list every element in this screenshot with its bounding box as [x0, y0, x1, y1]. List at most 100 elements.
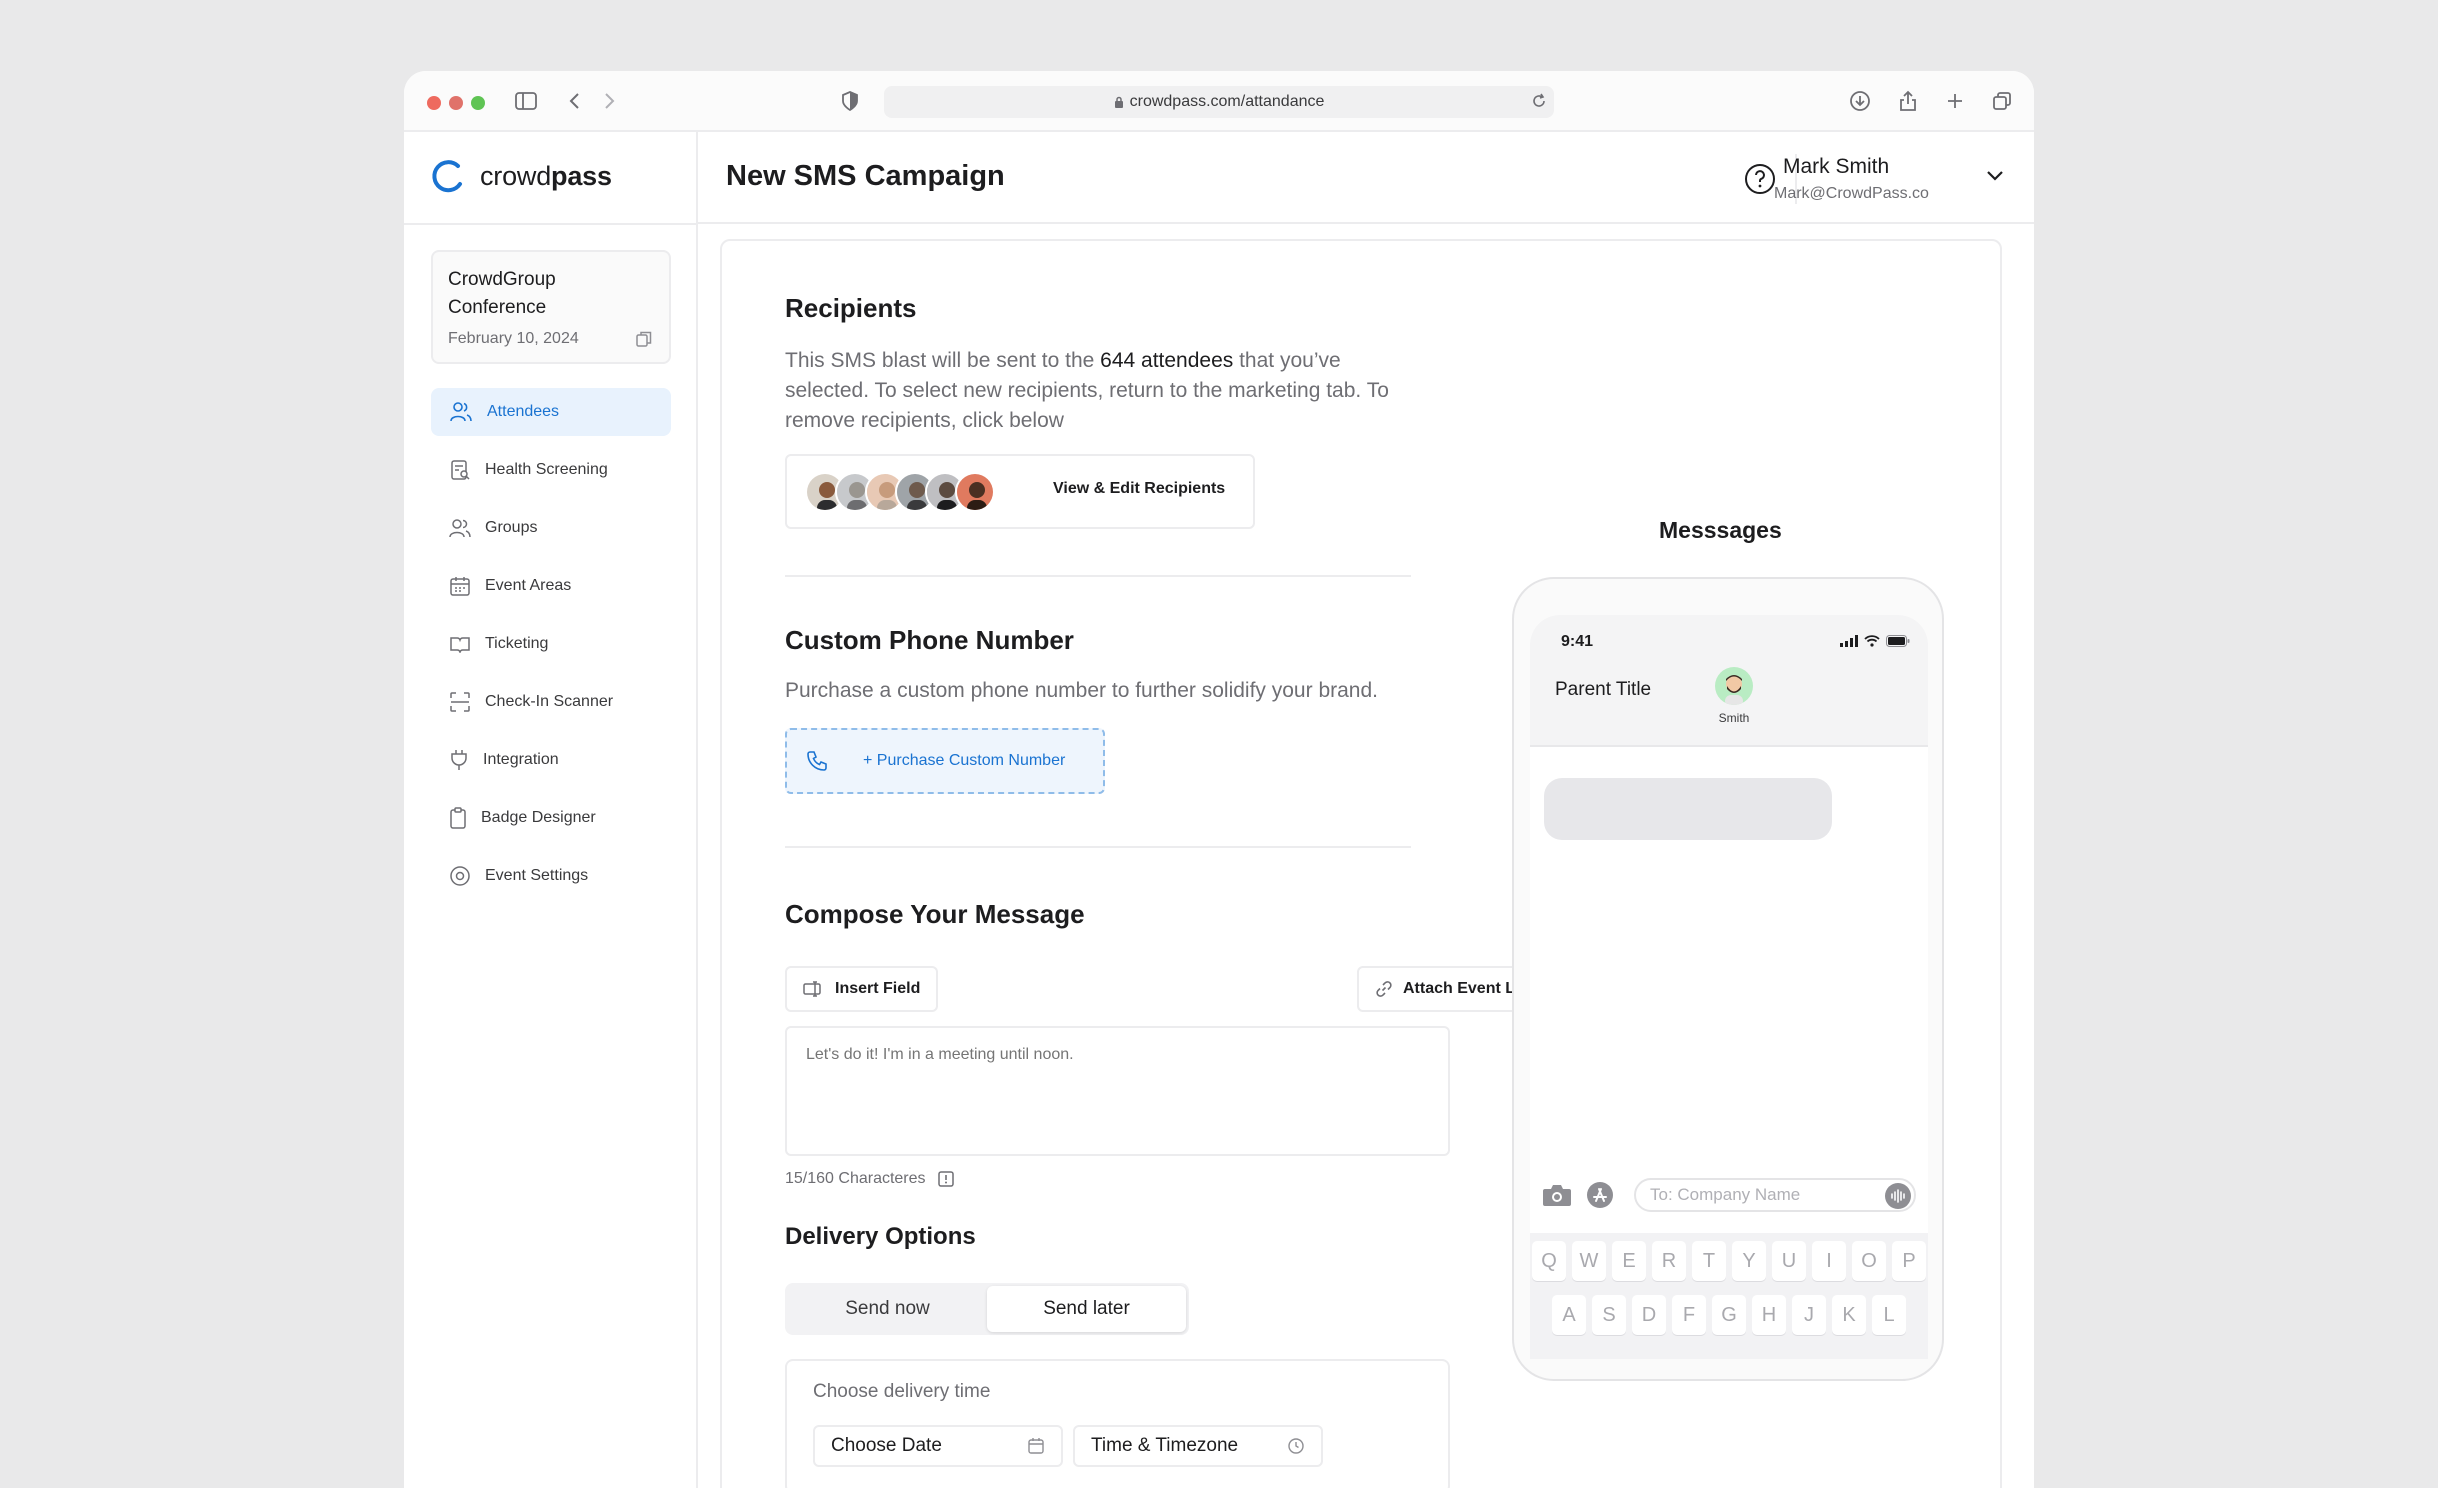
sidebar-item-badge-designer[interactable]: Badge Designer [431, 794, 671, 842]
chevron-down-icon[interactable] [1986, 170, 2004, 182]
browser-toolbar: crowdpass.com/attandance [404, 71, 2034, 132]
tab-overview-icon[interactable] [1988, 87, 2016, 115]
battery-icon [1886, 635, 1910, 647]
info-icon[interactable] [937, 1171, 954, 1187]
event-date: February 10, 2024 [448, 330, 579, 347]
delivery-time-panel: Choose delivery time Choose Date Time & … [785, 1359, 1450, 1488]
sidebar-item-label: Event Areas [485, 577, 572, 594]
keyboard-key[interactable]: O [1852, 1241, 1886, 1281]
keyboard-key[interactable]: S [1592, 1295, 1626, 1335]
sidebar-item-groups[interactable]: Groups [431, 504, 671, 552]
help-icon[interactable] [1744, 163, 1776, 195]
delivery-title: Delivery Options [785, 1223, 976, 1250]
keyboard-key[interactable]: I [1812, 1241, 1846, 1281]
back-icon[interactable] [560, 87, 588, 115]
sidebar-item-label: Attendees [487, 403, 560, 420]
clock-icon [1288, 1438, 1304, 1454]
purchase-custom-number-button[interactable]: + Purchase Custom Number [785, 728, 1105, 794]
event-selector[interactable]: CrowdGroup Conference February 10, 2024 [431, 250, 671, 364]
user-name[interactable]: Mark Smith [1783, 155, 1943, 179]
send-later-option[interactable]: Send later [987, 1286, 1186, 1332]
keyboard-key[interactable]: U [1772, 1241, 1806, 1281]
keyboard-key[interactable]: A [1552, 1295, 1586, 1335]
keyboard-key[interactable]: F [1672, 1295, 1706, 1335]
ticket-icon [450, 637, 470, 653]
phone-header: 9:41 Parent Title Smith [1530, 615, 1928, 747]
sidebar-item-ticketing[interactable]: Ticketing [431, 620, 671, 668]
keyboard-key[interactable]: L [1872, 1295, 1906, 1335]
keyboard-key[interactable]: D [1632, 1295, 1666, 1335]
sidebar-item-integration[interactable]: Integration [431, 736, 671, 784]
sidebar-item-label: Groups [485, 519, 538, 536]
view-edit-recipients-button[interactable]: View & Edit Recipients [1053, 480, 1225, 498]
keyboard-row-1: QWERTYUIOP [1530, 1241, 1928, 1281]
user-email: Mark@CrowdPass.co [1774, 185, 1929, 202]
contact[interactable]: Smith [1708, 667, 1760, 725]
crowdpass-logo[interactable]: crowdpass [430, 158, 612, 194]
keyboard-key[interactable]: W [1572, 1241, 1606, 1281]
event-title: CrowdGroup Conference [448, 269, 556, 318]
recipients-title: Recipients [785, 293, 917, 323]
keyboard-key[interactable]: Y [1732, 1241, 1766, 1281]
close-window-button[interactable] [427, 96, 441, 110]
sidebar-item-attendees[interactable]: Attendees [431, 388, 671, 436]
share-icon[interactable] [1894, 87, 1922, 115]
time-timezone-picker[interactable]: Time & Timezone [1073, 1425, 1323, 1467]
keyboard-key[interactable]: P [1892, 1241, 1926, 1281]
messages-preview-title: Messsages [1659, 517, 1782, 543]
settings-icon [450, 866, 470, 886]
address-bar[interactable]: crowdpass.com/attandance [884, 86, 1554, 118]
url-text: crowdpass.com/attandance [1129, 93, 1325, 110]
crowdpass-logo-icon [432, 160, 462, 193]
attendee-count: 644 attendees [1100, 349, 1234, 372]
group-icon [449, 519, 471, 538]
recipients-box[interactable]: View & Edit Recipients [785, 454, 1255, 529]
sidebar-toggle-icon[interactable] [512, 87, 540, 115]
sidebar-item-label: Event Settings [485, 867, 589, 884]
delivery-mode-toggle: Send now Send later [785, 1283, 1189, 1335]
minimize-window-button[interactable] [449, 96, 463, 110]
sidebar-item-label: Check-In Scanner [485, 693, 614, 710]
keyboard-key[interactable]: T [1692, 1241, 1726, 1281]
zoom-window-button[interactable] [471, 96, 485, 110]
custom-phone-description: Purchase a custom phone number to furthe… [785, 679, 1378, 702]
insert-field-button[interactable]: Insert Field [785, 966, 939, 1012]
message-input[interactable] [785, 1026, 1450, 1156]
users-icon [450, 402, 472, 422]
phone-message-input[interactable]: To: Company Name [1634, 1178, 1916, 1212]
delivery-time-label: Choose delivery time [813, 1381, 991, 1402]
keyboard-key[interactable]: E [1612, 1241, 1646, 1281]
purchase-label: + Purchase Custom Number [863, 752, 1066, 769]
keyboard-key[interactable]: K [1832, 1295, 1866, 1335]
copy-icon[interactable] [635, 330, 653, 348]
reload-icon[interactable] [1530, 92, 1548, 110]
send-now-option[interactable]: Send now [788, 1286, 987, 1332]
privacy-shield-icon[interactable] [836, 87, 864, 115]
sidebar-item-event-areas[interactable]: Event Areas [431, 562, 671, 610]
camera-icon[interactable] [1542, 1183, 1572, 1207]
contact-name: Smith [1718, 711, 1750, 725]
page-title: New SMS Campaign [726, 160, 1005, 192]
status-icons [1840, 635, 1910, 647]
sidebar-item-health-screening[interactable]: Health Screening [431, 446, 671, 494]
sidebar-item-event-settings[interactable]: Event Settings [431, 852, 671, 900]
sidebar-item-check-in-scanner[interactable]: Check-In Scanner [431, 678, 671, 726]
forward-icon[interactable] [596, 87, 624, 115]
new-tab-icon[interactable] [1941, 87, 1969, 115]
page-header: New SMS Campaign Mark Smith Mark@CrowdPa… [698, 132, 2034, 224]
phone-screen: 9:41 Parent Title Smith To: Company Name… [1530, 615, 1928, 1359]
date-picker[interactable]: Choose Date [813, 1425, 1063, 1467]
keyboard-key[interactable]: R [1652, 1241, 1686, 1281]
audio-icon[interactable] [1885, 1183, 1911, 1209]
phone-input-row: To: Company Name [1542, 1175, 1916, 1215]
scan-icon [450, 692, 470, 712]
app-store-icon[interactable] [1586, 1181, 1614, 1209]
keyboard-key[interactable]: Q [1532, 1241, 1566, 1281]
sidebar-item-label: Badge Designer [481, 809, 596, 826]
section-divider [785, 846, 1411, 848]
keyboard-key[interactable]: G [1712, 1295, 1746, 1335]
contact-avatar [1715, 667, 1753, 705]
keyboard-key[interactable]: H [1752, 1295, 1786, 1335]
keyboard-key[interactable]: J [1792, 1295, 1826, 1335]
download-icon[interactable] [1846, 87, 1874, 115]
